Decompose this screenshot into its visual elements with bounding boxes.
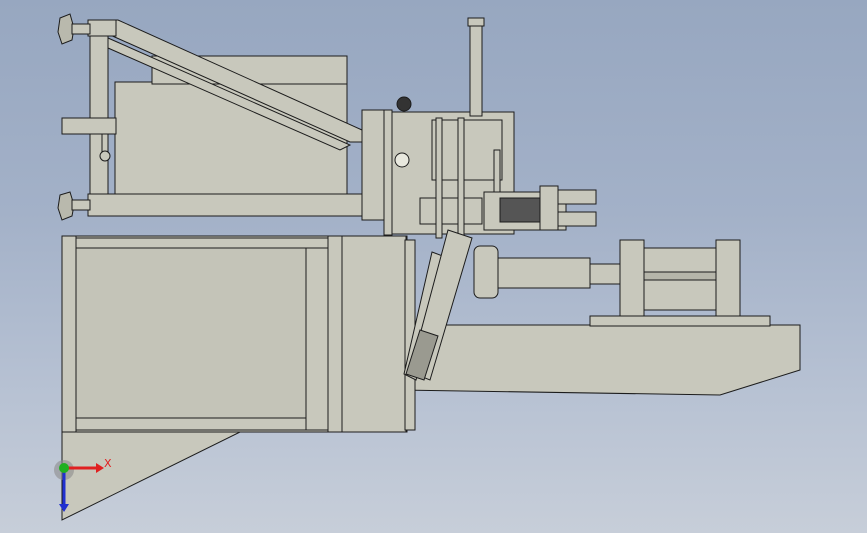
cylinder-front-cap xyxy=(619,239,645,325)
cylinder-collar xyxy=(589,263,623,285)
lower-frame-bottom-bar xyxy=(75,417,329,431)
cylinder-rod-end xyxy=(473,245,499,299)
lower-frame-left-post xyxy=(61,235,77,433)
cylinder-rod xyxy=(483,257,591,289)
guide-rod-cap xyxy=(467,17,485,27)
suction-cup-top-stem xyxy=(71,23,91,35)
pivot-hole xyxy=(394,152,410,168)
clamp-knob xyxy=(99,150,111,162)
graphics-viewport[interactable]: X xyxy=(0,0,867,533)
clamp-handle xyxy=(61,117,117,135)
guide-rod-2 xyxy=(435,117,443,239)
lower-frame-right-bar xyxy=(341,235,407,433)
upper-frame-vertical-plate xyxy=(361,109,385,221)
cylinder-tie-rod xyxy=(643,271,717,281)
lower-frame-mid-post xyxy=(305,247,329,431)
upper-frame-vertical-plate-2 xyxy=(383,109,393,236)
guide-rod-vertical xyxy=(469,19,483,117)
gripper-lower-plate xyxy=(419,197,483,225)
coordinate-triad xyxy=(54,460,104,512)
cylinder-rear-cap xyxy=(715,239,741,325)
x-axis-label: X xyxy=(104,457,112,470)
guide-rod-3 xyxy=(457,117,465,239)
cylinder-foot xyxy=(589,315,771,327)
top-knob xyxy=(396,96,412,112)
upper-frame-top-rail xyxy=(87,19,117,37)
x-axis-arrow xyxy=(96,463,104,473)
lower-frame-panel xyxy=(75,247,329,419)
y-axis-dot xyxy=(59,463,69,473)
lower-frame-right-post xyxy=(327,235,343,433)
spring-coil xyxy=(499,197,547,223)
upper-frame-bottom-rail xyxy=(87,193,369,217)
jaw-upper xyxy=(555,189,597,205)
lower-frame-top-bar xyxy=(75,237,329,249)
suction-cup-bottom-stem xyxy=(71,199,91,211)
jaw-clip xyxy=(539,185,559,231)
z-axis-arrow xyxy=(59,504,69,512)
jaw-lower xyxy=(555,211,597,227)
